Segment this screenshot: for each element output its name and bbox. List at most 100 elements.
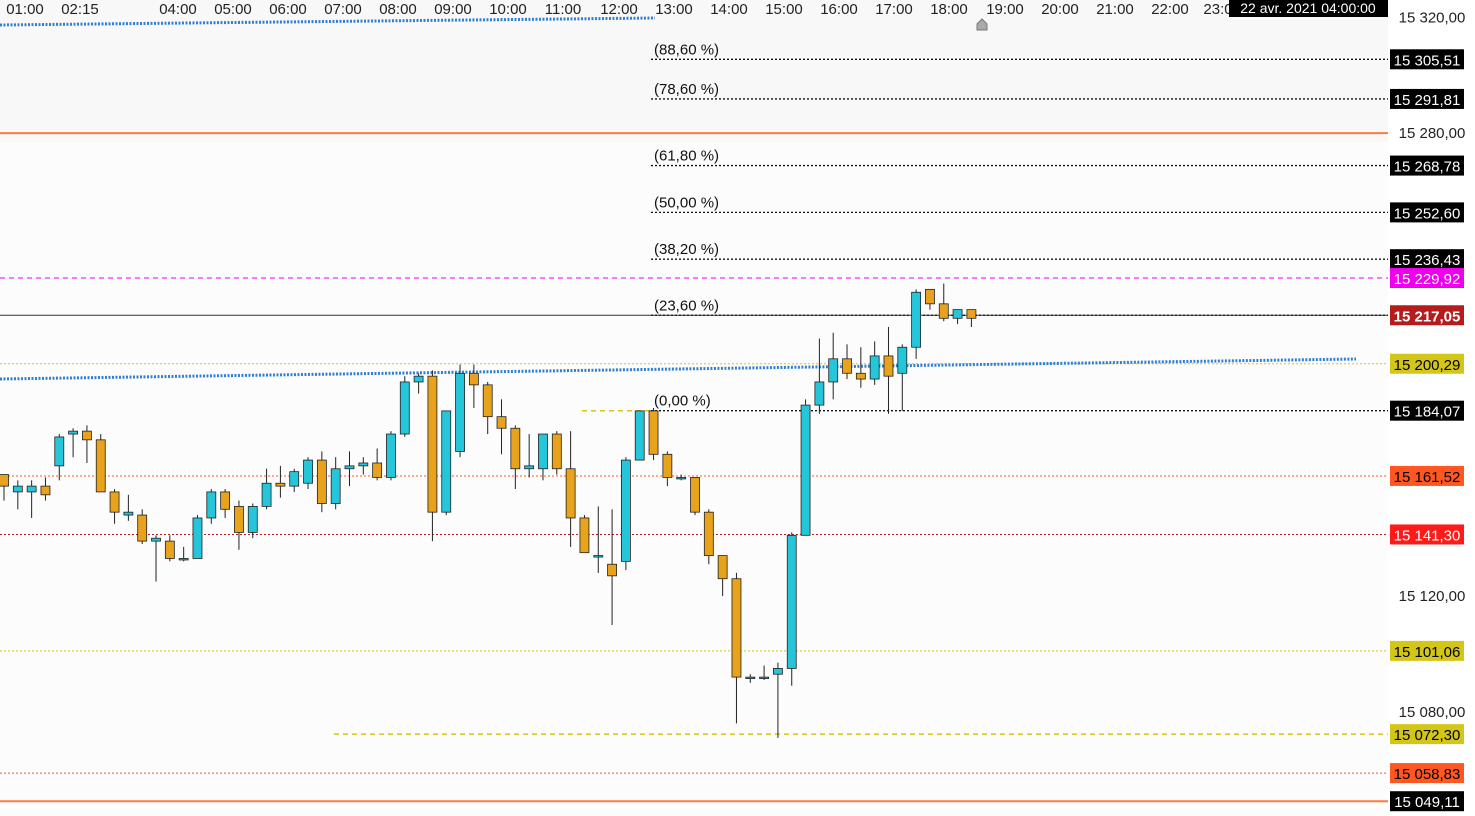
candle-body: [26, 485, 37, 493]
candle-body: [800, 404, 811, 536]
candle-body: [814, 381, 825, 406]
candle-body: [938, 303, 949, 319]
time-tick-label: 01:00: [6, 1, 44, 18]
candle-body: [496, 416, 507, 429]
candle-body: [551, 433, 562, 470]
time-tick-label: 19:00: [986, 1, 1024, 18]
candle-body: [303, 459, 313, 484]
candle-body: [206, 491, 217, 519]
time-tick-label: 16:00: [820, 1, 858, 18]
candle-body: [897, 346, 908, 374]
candle: [579, 515, 590, 554]
price-tick-label: 15 320,00: [1399, 9, 1466, 26]
candle-body: [966, 309, 977, 319]
candle-body: [468, 372, 479, 386]
fib-level-label: (88,60 %): [654, 41, 719, 58]
candle-body: [151, 537, 161, 542]
candle-body: [164, 540, 175, 559]
candle-body: [911, 291, 922, 348]
time-tick-label: 09:00: [434, 1, 472, 18]
candle-body: [372, 462, 383, 478]
candle: [386, 431, 396, 481]
candle-body: [386, 433, 396, 478]
price-label-text: 15 058,83: [1394, 766, 1461, 783]
time-tick-label: 13:00: [655, 1, 693, 18]
price-label-text: 15 200,29: [1394, 357, 1461, 374]
candle-body: [275, 482, 286, 487]
candle-body: [330, 468, 341, 504]
price-label-text: 15 101,06: [1394, 644, 1461, 661]
cursor-time-label: 22 avr. 2021 04:00:00: [1229, 0, 1388, 17]
candle-body: [676, 477, 687, 480]
candle-body: [607, 563, 617, 577]
candle: [455, 364, 465, 458]
candle-body: [0, 474, 9, 487]
candle-body: [482, 384, 493, 418]
time-tick-label: 23:0: [1203, 1, 1232, 18]
candle-body: [192, 517, 203, 559]
candle-body: [427, 375, 438, 513]
fib-level-label: (23,60 %): [654, 297, 719, 314]
time-tick-label: 12:00: [600, 1, 638, 18]
candle: [95, 434, 106, 493]
time-tick-label: 17:00: [875, 1, 913, 18]
time-tick-label: 02:15: [61, 1, 99, 18]
candle-body: [399, 381, 410, 435]
fib-level-label: (78,60 %): [654, 81, 719, 98]
candle-body: [220, 491, 231, 510]
time-tick-label: 15:00: [765, 1, 803, 18]
candle: [551, 431, 562, 475]
candle-body: [413, 375, 424, 383]
candle-body: [634, 410, 645, 461]
candle-body: [593, 555, 604, 558]
candle-body: [786, 534, 797, 669]
candle-body: [82, 430, 92, 441]
price-label-text: 15 229,92: [1394, 271, 1461, 288]
price-label-text: 15 236,43: [1394, 252, 1461, 269]
price-label-text: 15 161,52: [1394, 469, 1461, 486]
price-tick-label: 15 280,00: [1399, 125, 1466, 142]
candle-body: [40, 485, 51, 496]
candle-body: [234, 505, 244, 533]
price-tick-label: 15 080,00: [1399, 704, 1466, 721]
time-tick-label: 18:00: [930, 1, 968, 18]
candle-body: [54, 436, 65, 467]
candle-body: [358, 462, 369, 467]
candle: [316, 451, 327, 513]
price-label-text: 15 268,78: [1394, 159, 1461, 176]
price-label-text: 15 184,07: [1394, 404, 1461, 421]
candle-body: [648, 410, 659, 455]
price-tick-label: 15 120,00: [1399, 588, 1466, 605]
candle-body: [745, 676, 756, 680]
candle-body: [883, 355, 894, 377]
time-tick-label: 05:00: [214, 1, 252, 18]
time-tick-label: 11:00: [545, 1, 581, 18]
candle-body: [12, 485, 23, 493]
candle-body: [773, 668, 783, 675]
chart-window: (88,60 %) (78,60 %) (61,80 %) (50,00 %) (38,…: [0, 0, 1475, 816]
candle: [634, 410, 645, 461]
candle-body: [109, 491, 120, 513]
candle-body: [261, 482, 272, 507]
candle-body: [828, 358, 839, 383]
candle-body: [579, 517, 590, 554]
time-tick-label: 06:00: [269, 1, 307, 18]
fib-level-label: (0,00 %): [654, 393, 711, 410]
price-label-text: 15 305,51: [1394, 52, 1461, 69]
candle-body: [703, 511, 714, 556]
candle: [786, 532, 797, 686]
price-label-text: 15 141,30: [1394, 527, 1461, 544]
candlestick-chart[interactable]: (88,60 %) (78,60 %) (61,80 %) (50,00 %) (38,…: [0, 0, 1475, 816]
time-axis: 01:00 02:15 04:00 05:00 06:00 07:00 08:00 09:00…: [6, 1, 1232, 18]
candle: [800, 399, 811, 536]
candle-body: [759, 676, 769, 680]
fib-level-label: (38,20 %): [654, 241, 719, 258]
candle-body: [247, 505, 258, 533]
candle-body: [344, 465, 355, 470]
fib-level-label: (50,00 %): [654, 194, 719, 211]
candle-body: [123, 511, 134, 516]
candle-body: [178, 558, 189, 561]
candle-body: [565, 468, 576, 519]
price-label-text: 15 049,11: [1394, 794, 1460, 811]
cursor-time-text: 22 avr. 2021 04:00:00: [1240, 0, 1376, 16]
